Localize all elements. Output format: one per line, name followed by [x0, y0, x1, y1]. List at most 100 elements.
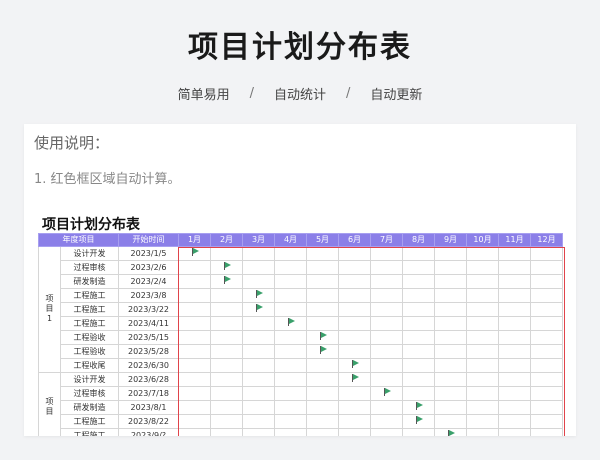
month-cell: [434, 288, 467, 304]
month-cell: [338, 246, 371, 262]
month-cell: [306, 316, 339, 332]
month-cell: [210, 288, 243, 304]
month-cell: [338, 330, 371, 346]
start-date-cell: 2023/8/22: [118, 414, 179, 430]
month-cell: [402, 400, 435, 416]
flag-cloth: [352, 360, 359, 367]
month-cell: [242, 246, 275, 262]
start-date-cell: 2023/2/6: [118, 260, 179, 276]
month-cell: [370, 358, 403, 374]
month-cell: [178, 372, 211, 388]
month-cell: [178, 288, 211, 304]
table-row: 工程施工 2023/3/8: [39, 288, 563, 304]
usage-heading: 使用说明：: [34, 134, 110, 152]
month-cell: [242, 372, 275, 388]
header-month: 11月: [498, 232, 531, 248]
month-cell: [402, 344, 435, 360]
task-name-cell: 工程施工: [60, 288, 119, 304]
month-cell: [466, 414, 499, 430]
month-cell: [306, 344, 339, 360]
flag-cloth: [192, 248, 199, 255]
month-cell: [242, 358, 275, 374]
month-cell: [434, 330, 467, 346]
flag-cloth: [352, 374, 359, 381]
month-cell: [306, 260, 339, 276]
feature-auto-stats: 自动统计: [273, 88, 326, 103]
month-cell: [210, 386, 243, 402]
month-cell: [530, 358, 563, 374]
month-cell: [498, 428, 531, 436]
month-cell: [370, 386, 403, 402]
month-cell: [466, 316, 499, 332]
start-date-cell: 2023/4/11: [118, 316, 179, 332]
month-cell: [178, 344, 211, 360]
month-cell: [370, 400, 403, 416]
table-row: 工程施工 2023/4/11: [39, 316, 563, 332]
month-cell: [370, 372, 403, 388]
month-cell: [210, 358, 243, 374]
month-cell: [274, 246, 307, 262]
flag-cloth: [416, 402, 423, 409]
month-cell: [498, 386, 531, 402]
month-cell: [466, 274, 499, 290]
task-name-cell: 设计开发: [60, 246, 119, 262]
separator: /: [346, 86, 351, 101]
month-cell: [434, 372, 467, 388]
table-row: 工程收尾 2023/6/30: [39, 358, 563, 374]
month-cell: [434, 358, 467, 374]
flag-cloth: [224, 276, 231, 283]
header-month: 3月: [242, 232, 275, 248]
month-cell: [370, 344, 403, 360]
month-cell: [402, 428, 435, 436]
month-cell: [338, 274, 371, 290]
table-row: 项目1 设计开发 2023/1/5: [38, 246, 563, 374]
month-cell: [402, 358, 435, 374]
month-cell: [466, 288, 499, 304]
month-cell: [306, 246, 339, 262]
month-cell: [178, 274, 211, 290]
start-date-cell: 2023/9/?: [118, 428, 179, 436]
feature-auto-update: 自动更新: [370, 88, 423, 103]
header-month: 10月: [466, 232, 499, 248]
month-cell: [434, 260, 467, 276]
milestone-flag-icon: [351, 360, 359, 369]
month-cell: [466, 400, 499, 416]
month-cell: [242, 428, 275, 436]
schedule-body: 项目1 设计开发 2023/1/5 过程审核 2023/2/6 研发制造 2023/2/4 工…: [38, 246, 563, 436]
milestone-flag-icon: [255, 304, 263, 313]
month-cell: [338, 260, 371, 276]
month-cell: [370, 302, 403, 318]
milestone-flag-icon: [223, 262, 231, 271]
month-cell: [434, 274, 467, 290]
table-row: 工程验收 2023/5/28: [39, 344, 563, 360]
flag-cloth: [384, 388, 391, 395]
month-cell: [530, 302, 563, 318]
month-cell: [402, 246, 435, 262]
month-cell: [370, 246, 403, 262]
month-cell: [466, 344, 499, 360]
month-cell: [434, 316, 467, 332]
month-cell: [242, 260, 275, 276]
month-cell: [370, 428, 403, 436]
month-cell: [274, 414, 307, 430]
usage-line-1: 1. 红色框区域自动计算。: [34, 172, 181, 187]
milestone-flag-icon: [447, 430, 455, 436]
header-year-project: 年度项目: [38, 232, 119, 248]
month-cell: [178, 260, 211, 276]
start-date-cell: 2023/6/28: [118, 372, 179, 388]
month-cell: [466, 260, 499, 276]
month-cell: [338, 400, 371, 416]
table-row: 工程施工 2023/3/22: [39, 302, 563, 318]
month-cell: [466, 246, 499, 262]
month-cell: [402, 288, 435, 304]
month-cell: [498, 288, 531, 304]
header-month: 4月: [274, 232, 307, 248]
header-month: 6月: [338, 232, 371, 248]
sheet-title: 项目计划分布表: [42, 217, 140, 233]
month-cell: [530, 428, 563, 436]
task-name-cell: 设计开发: [60, 372, 119, 388]
flag-cloth: [256, 290, 263, 297]
milestone-flag-icon: [319, 346, 327, 355]
feature-tagline: 简单易用 / 自动统计 / 自动更新: [0, 84, 600, 103]
month-cell: [370, 330, 403, 346]
